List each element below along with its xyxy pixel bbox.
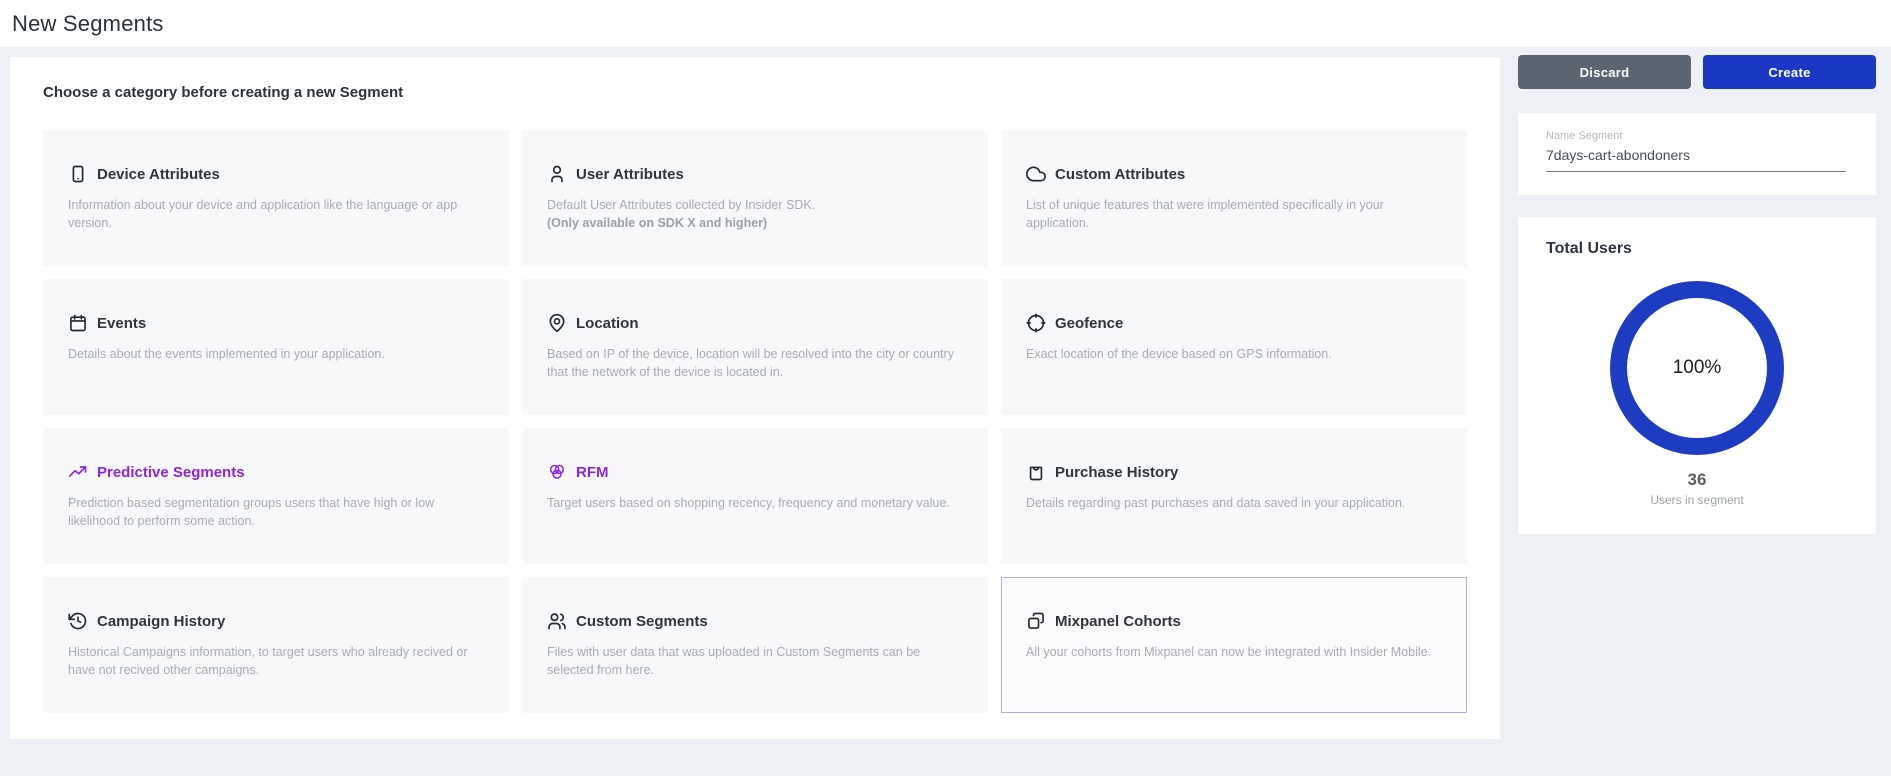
category-panel: Choose a category before creating a new … [10,57,1500,739]
category-card-user-attributes[interactable]: User Attributes Default User Attributes … [522,130,988,266]
total-users-donut-chart: 100% [1610,281,1784,455]
category-card-custom-attributes[interactable]: Custom Attributes List of unique feature… [1001,130,1467,266]
category-card-geofence[interactable]: Geofence Exact location of the device ba… [1001,279,1467,415]
donut-percent-label: 100% [1673,357,1722,379]
discard-button[interactable]: Discard [1518,55,1691,89]
category-title: Events [97,315,146,332]
map-pin-icon [547,313,567,333]
category-description: Historical Campaigns information, to tar… [68,644,484,679]
users-in-segment-caption: Users in segment [1518,493,1876,507]
category-description: Details regarding past purchases and dat… [1026,495,1442,513]
header-band [0,0,1891,47]
category-card-predictive-segments[interactable]: Predictive Segments Prediction based seg… [43,428,509,564]
cloud-icon [1026,164,1046,184]
name-segment-input[interactable] [1546,147,1846,172]
shopping-bag-icon [1026,462,1046,482]
category-title: Device Attributes [97,166,220,183]
category-title: Campaign History [97,613,225,630]
category-description: Default User Attributes collected by Ins… [547,197,963,215]
category-description: Information about your device and applic… [68,197,484,232]
users-icon [547,611,567,631]
total-users-title: Total Users [1546,240,1632,258]
category-card-mixpanel-cohorts[interactable]: Mixpanel Cohorts All your cohorts from M… [1001,577,1467,713]
name-segment-card: Name Segment [1518,113,1876,195]
category-title: Location [576,315,639,332]
category-description: Prediction based segmentation groups use… [68,495,484,530]
category-description: Details about the events implemented in … [68,346,484,364]
category-grid: Device Attributes Information about your… [43,130,1467,713]
category-title: Purchase History [1055,464,1178,481]
category-description-note: (Only available on SDK X and higher) [547,215,963,233]
category-title: Custom Attributes [1055,166,1185,183]
category-card-custom-segments[interactable]: Custom Segments Files with user data tha… [522,577,988,713]
category-description: Target users based on shopping recency, … [547,495,963,513]
category-panel-subtitle: Choose a category before creating a new … [43,84,403,101]
category-description: Files with user data that was uploaded i… [547,644,963,679]
category-card-purchase-history[interactable]: Purchase History Details regarding past … [1001,428,1467,564]
users-in-segment-count: 36 [1518,470,1876,490]
category-title: RFM [576,464,609,481]
user-icon [547,164,567,184]
venn-icon [547,462,567,482]
category-description: Based on IP of the device, location will… [547,346,963,381]
cohorts-link-icon [1026,611,1046,631]
crosshair-icon [1026,313,1046,333]
calendar-icon [68,313,88,333]
category-card-rfm[interactable]: RFM Target users based on shopping recen… [522,428,988,564]
category-card-events[interactable]: Events Details about the events implemen… [43,279,509,415]
trending-up-icon [68,462,88,482]
name-segment-label: Name Segment [1546,130,1876,142]
category-title: Custom Segments [576,613,708,630]
category-title: User Attributes [576,166,684,183]
category-title: Geofence [1055,315,1123,332]
category-description: All your cohorts from Mixpanel can now b… [1026,644,1442,662]
category-card-campaign-history[interactable]: Campaign History Historical Campaigns in… [43,577,509,713]
category-title: Mixpanel Cohorts [1055,613,1181,630]
category-card-device-attributes[interactable]: Device Attributes Information about your… [43,130,509,266]
history-icon [68,611,88,631]
create-button[interactable]: Create [1703,55,1876,89]
category-title: Predictive Segments [97,464,245,481]
device-icon [68,164,88,184]
category-description: List of unique features that were implem… [1026,197,1442,232]
page-title: New Segments [12,11,164,37]
category-description: Exact location of the device based on GP… [1026,346,1442,364]
total-users-card: Total Users 100% 36 Users in segment [1518,217,1876,534]
category-card-location[interactable]: Location Based on IP of the device, loca… [522,279,988,415]
